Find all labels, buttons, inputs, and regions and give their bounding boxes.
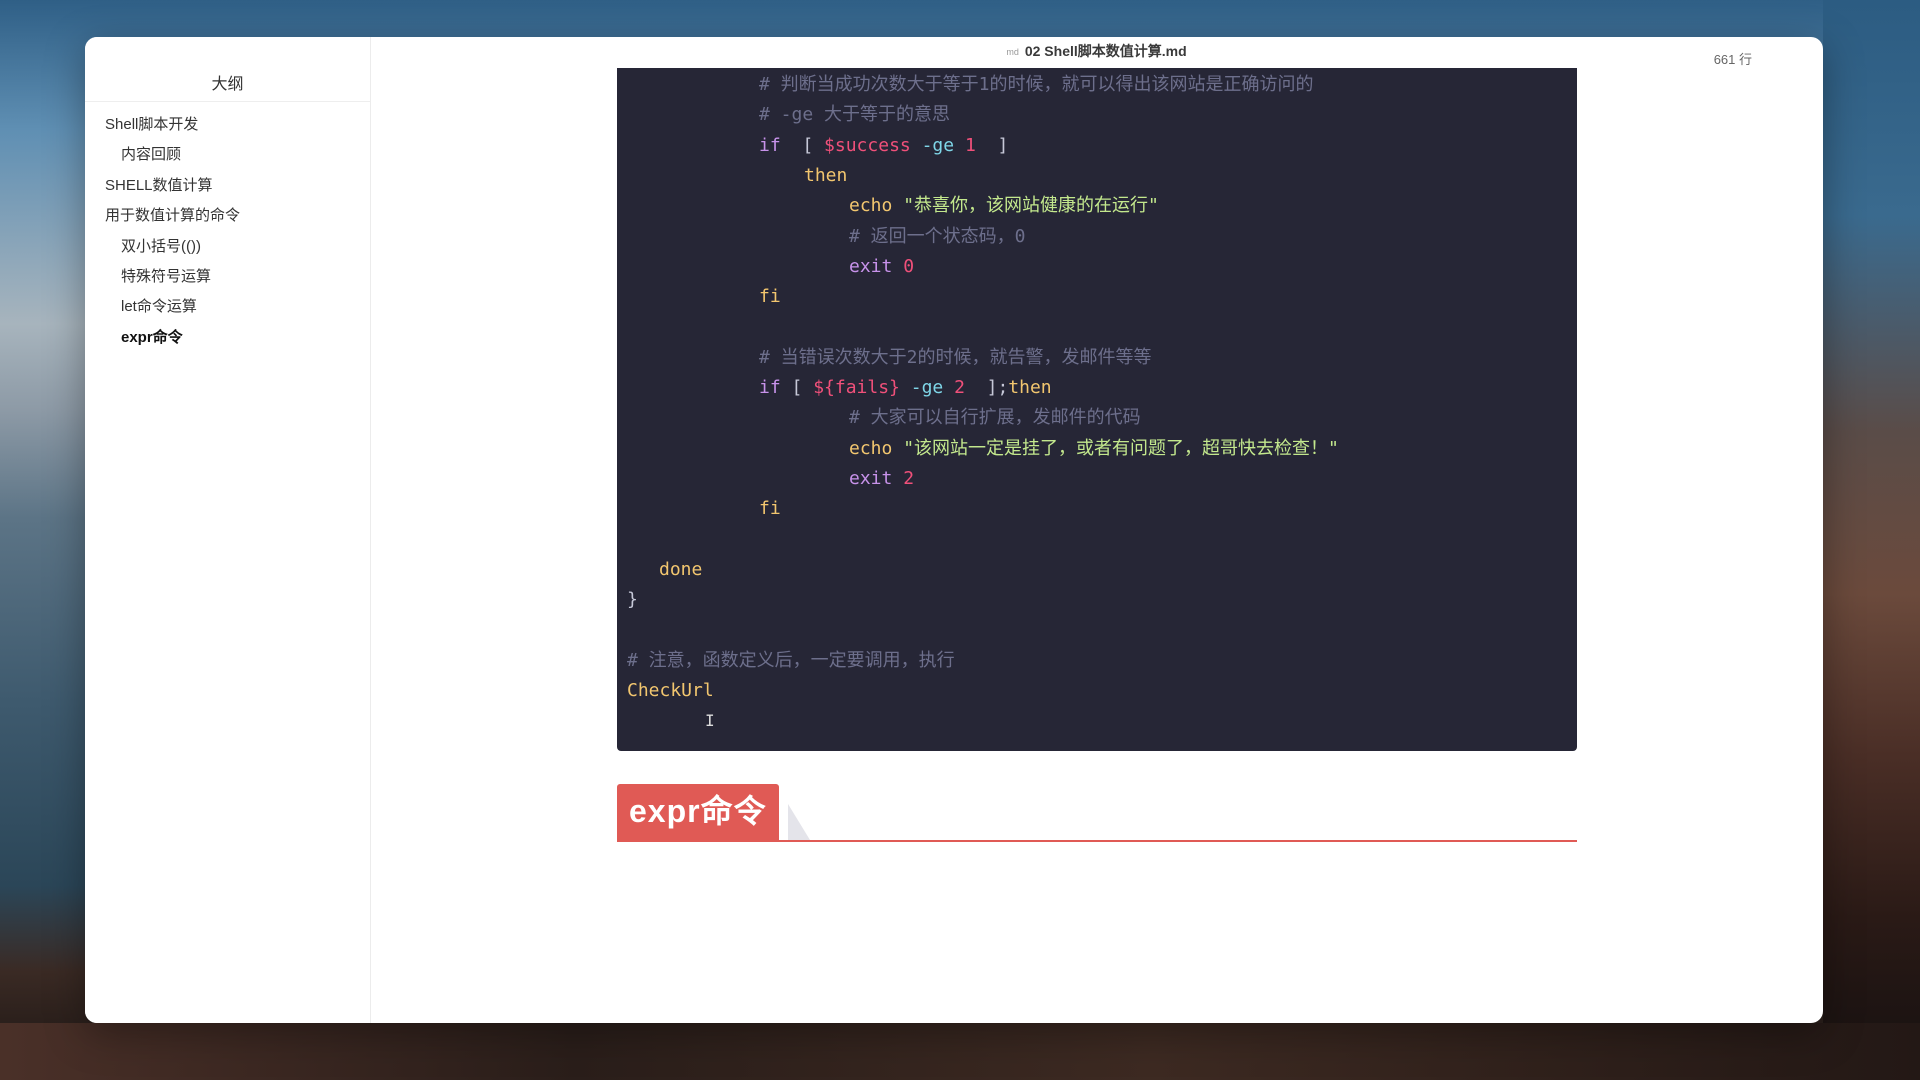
code-punct: [	[780, 135, 825, 156]
code-command: echo	[849, 195, 893, 216]
outline-item[interactable]: let命令运算	[85, 292, 370, 322]
window-titlebar: md 02 Shell脚本数值计算.md	[370, 37, 1823, 69]
code-line: if [ ${fails} -ge 2 ];then	[759, 373, 1052, 403]
code-comment: # -ge 大于等于的意思	[759, 104, 951, 125]
sidebar-divider	[85, 101, 370, 102]
code-line: exit 0	[849, 252, 914, 282]
section-heading: expr命令	[617, 784, 1577, 844]
desktop-wallpaper-bottom	[0, 1023, 1920, 1080]
code-variable: ${fails}	[813, 377, 900, 398]
text-cursor-icon: I	[705, 711, 715, 730]
code-keyword: fi	[759, 498, 781, 519]
code-command: echo	[849, 438, 893, 459]
heading-label: expr命令	[617, 784, 779, 840]
code-number: 0	[892, 256, 915, 277]
code-line: # 注意，函数定义后，一定要调用，执行	[627, 646, 955, 676]
outline-item[interactable]: 双小括号(())	[85, 232, 370, 262]
code-number: 2	[892, 468, 915, 489]
heading-underline	[617, 840, 1577, 842]
code-line: echo "恭喜你，该网站健康的在运行"	[849, 191, 1159, 221]
outline-item[interactable]: SHELL数值计算	[85, 171, 370, 201]
code-keyword: fi	[759, 286, 781, 307]
code-string: "恭喜你，该网站健康的在运行"	[892, 195, 1159, 216]
code-string: "该网站一定是挂了，或者有问题了，超哥快去检查！"	[892, 438, 1339, 459]
code-punct: ]	[975, 135, 1009, 156]
code-function-call: CheckUrl	[627, 680, 714, 701]
code-line: # 判断当成功次数大于等于1的时候，就可以得出该网站是正确访问的	[759, 70, 1314, 100]
code-line: CheckUrl	[627, 676, 714, 706]
outline-sidebar: 大纲 Shell脚本开发 内容回顾 SHELL数值计算 用于数值计算的命令 双小…	[85, 37, 371, 1023]
code-line: fi	[759, 282, 781, 312]
code-line: # -ge 大于等于的意思	[759, 100, 950, 130]
code-comment: # 当错误次数大于2的时候，就告警，发邮件等等	[759, 347, 1152, 368]
code-comment: # 注意，函数定义后，一定要调用，执行	[627, 650, 955, 671]
outline-list: Shell脚本开发 内容回顾 SHELL数值计算 用于数值计算的命令 双小括号(…	[85, 110, 370, 353]
code-line: exit 2	[849, 464, 914, 494]
code-keyword: then	[1008, 377, 1052, 398]
outline-item[interactable]: Shell脚本开发	[85, 110, 370, 140]
outline-item-active[interactable]: expr命令	[85, 323, 370, 353]
code-command: exit	[849, 468, 893, 489]
code-line: echo "该网站一定是挂了，或者有问题了，超哥快去检查！"	[849, 434, 1339, 464]
outline-item[interactable]: 内容回顾	[85, 140, 370, 170]
code-number: 2	[954, 377, 965, 398]
code-line: # 当错误次数大于2的时候，就告警，发邮件等等	[759, 343, 1152, 373]
code-keyword: if	[759, 377, 781, 398]
window-title: 02 Shell脚本数值计算.md	[1024, 43, 1187, 59]
code-comment: # 返回一个状态码，0	[849, 226, 1026, 247]
code-punct: [	[780, 377, 814, 398]
line-count: 661 行	[1713, 52, 1752, 67]
code-operator: -ge	[899, 377, 955, 398]
code-line: # 返回一个状态码，0	[849, 222, 1026, 252]
code-operator: -ge	[910, 135, 965, 156]
app-window: 大纲 Shell脚本开发 内容回顾 SHELL数值计算 用于数值计算的命令 双小…	[85, 37, 1823, 1023]
code-keyword: done	[659, 559, 703, 580]
code-block[interactable]: # 判断当成功次数大于等于1的时候，就可以得出该网站是正确访问的 # -ge 大…	[617, 68, 1577, 751]
code-variable: $success	[824, 135, 911, 156]
code-line: if [ $success -ge 1 ]	[759, 131, 1008, 161]
code-line: then	[804, 161, 847, 191]
code-line: }	[627, 585, 638, 615]
code-line: done	[659, 555, 702, 585]
code-command: exit	[849, 256, 893, 277]
code-comment: # 大家可以自行扩展，发邮件的代码	[849, 407, 1141, 428]
code-keyword: then	[804, 165, 848, 186]
code-punct: ];	[964, 377, 1009, 398]
outline-item[interactable]: 用于数值计算的命令	[85, 201, 370, 231]
code-number: 1	[964, 135, 976, 156]
code-line: # 大家可以自行扩展，发邮件的代码	[849, 403, 1141, 433]
code-keyword: if	[759, 135, 781, 156]
code-comment: # 判断当成功次数大于等于1的时候，就可以得出该网站是正确访问的	[759, 74, 1314, 95]
desktop-wallpaper-right	[1823, 0, 1920, 1080]
code-line: fi	[759, 494, 781, 524]
outline-item[interactable]: 特殊符号运算	[85, 262, 370, 292]
sidebar-title: 大纲	[211, 76, 244, 93]
code-punct: }	[627, 589, 638, 610]
heading-tab-shadow	[788, 804, 810, 840]
markdown-file-icon: md	[1006, 47, 1019, 58]
